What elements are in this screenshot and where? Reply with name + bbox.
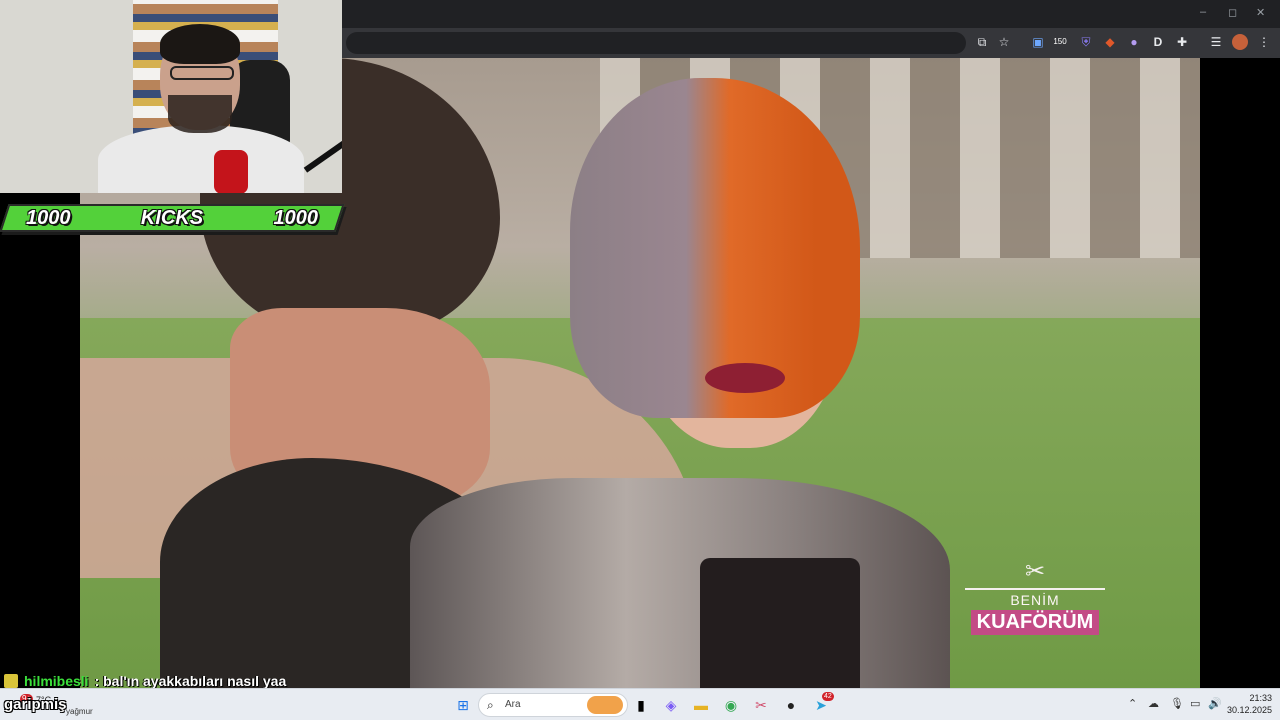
profile-icon[interactable] [1232, 34, 1248, 50]
minimize-button[interactable]: – [1200, 6, 1206, 18]
webcam-overlay [0, 0, 342, 193]
obs-icon[interactable]: ● [780, 694, 802, 716]
file-explorer-icon[interactable]: ▬ [690, 694, 712, 716]
chat-text: : bal'ın ayakkabıları nasıl yaa [94, 673, 287, 689]
clock-date: 30.12.2025 [1226, 705, 1272, 715]
screen: – ◻ ✕ ⧉ ☆ ▣ 150 ⛨ ◆ ● D ✚ ☰ ⋮ ✂ BENİM KU… [0, 0, 1280, 720]
kicks-banner-content: 1000 KICKS 1000 [4, 204, 340, 232]
fox-icon[interactable]: ◆ [1102, 34, 1118, 50]
extension-translate-icon[interactable]: ▣ [1030, 34, 1046, 50]
volume-icon[interactable]: 🔊 [1208, 697, 1222, 710]
shield-icon[interactable]: ⛨ [1078, 34, 1094, 50]
taskbar: 9+ 7°C yağmur garipmiş ⊞ ⌕ Ara ▮ ◈ ▬ ◉ ✂… [0, 688, 1280, 720]
close-button[interactable]: ✕ [1256, 6, 1265, 19]
logo-line1: BENİM [1010, 592, 1060, 608]
clock-time: 21:33 [1249, 693, 1272, 703]
clock[interactable]: 21:33 30.12.2025 [1222, 692, 1272, 716]
telegram-badge: 42 [822, 692, 834, 701]
person-front-view [410, 78, 950, 688]
maximize-button[interactable]: ◻ [1228, 6, 1237, 19]
tray-cloud-icon[interactable]: ☁ [1148, 697, 1159, 710]
show-logo: ✂ BENİM KUAFÖRÜM [960, 558, 1110, 648]
menu-icon[interactable]: ⋮ [1256, 34, 1272, 50]
task-view-icon[interactable]: ▮ [630, 694, 652, 716]
kicks-right-count: 1000 [273, 206, 318, 229]
glasses [170, 66, 234, 80]
browser-title-bar: – ◻ ✕ [342, 0, 1280, 28]
kicks-left-count: 1000 [26, 206, 71, 229]
star-icon[interactable]: ☆ [996, 34, 1012, 50]
search-placeholder: Ara [505, 699, 521, 710]
search-input[interactable]: ⌕ Ara [478, 693, 628, 717]
logo-line2: KUAFÖRÜM [970, 610, 1100, 635]
microphone-icon [214, 150, 248, 193]
name-overlay: garipmiş [4, 696, 67, 713]
brain-icon[interactable]: ● [1126, 34, 1142, 50]
search-highlight-icon [587, 696, 623, 714]
kicks-label: KICKS [140, 206, 204, 229]
microphone-tray-icon[interactable]: 🎙 [1170, 697, 1184, 710]
puzzle-icon[interactable]: ✚ [1174, 34, 1190, 50]
reading-list-icon[interactable]: ☰ [1208, 34, 1224, 50]
extension-150-icon[interactable]: 150 [1052, 34, 1068, 50]
chat-username: hilmibesli [24, 673, 89, 689]
copilot-icon[interactable]: ◈ [660, 694, 682, 716]
browser-toolbar: ⧉ ☆ ▣ 150 ⛨ ◆ ● D ✚ ☰ ⋮ [342, 28, 1280, 58]
snipping-tool-icon[interactable]: ✂ [750, 694, 772, 716]
address-bar[interactable] [346, 32, 966, 54]
d-icon[interactable]: D [1150, 34, 1166, 50]
weather-desc: yağmur [66, 707, 93, 716]
search-icon: ⌕ [487, 698, 494, 712]
scissors-icon: ✂ [1024, 558, 1046, 585]
network-icon[interactable]: ▭ [1190, 697, 1200, 710]
windows-start-icon[interactable]: ⊞ [452, 694, 474, 716]
chrome-icon[interactable]: ◉ [720, 694, 742, 716]
cast-icon[interactable]: ⧉ [974, 34, 990, 50]
chat-badge-icon [4, 674, 18, 688]
tray-chevron-icon[interactable]: ⌃ [1128, 697, 1137, 710]
